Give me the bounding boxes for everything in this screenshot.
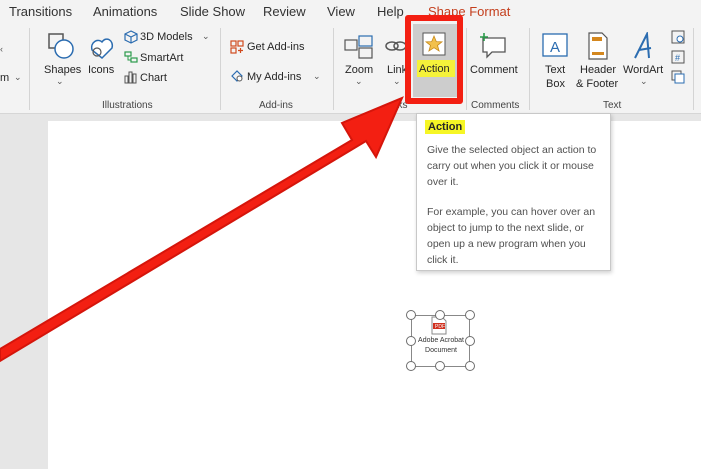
svg-text:PDF: PDF xyxy=(435,324,445,330)
annotation-arrow xyxy=(0,96,404,363)
object-caption-line-2: Document xyxy=(425,347,457,354)
resize-handle[interactable] xyxy=(435,310,445,320)
resize-handle[interactable] xyxy=(435,361,445,371)
object-caption-line-1: Adobe Acrobat xyxy=(418,337,464,344)
resize-handle[interactable] xyxy=(465,310,475,320)
resize-handle[interactable] xyxy=(465,336,475,346)
object-caption: Adobe Acrobat Document xyxy=(412,336,470,356)
resize-handle[interactable] xyxy=(406,310,416,320)
resize-handle[interactable] xyxy=(406,361,416,371)
resize-handle[interactable] xyxy=(465,361,475,371)
resize-handle[interactable] xyxy=(406,336,416,346)
